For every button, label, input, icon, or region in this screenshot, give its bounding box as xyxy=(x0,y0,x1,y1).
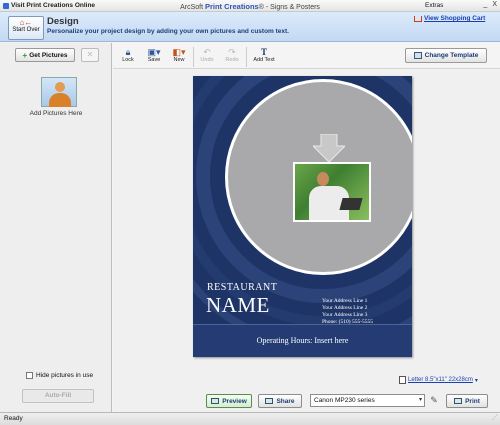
preview-label: Preview xyxy=(222,397,247,405)
poster-photo[interactable] xyxy=(293,162,371,222)
person-icon-body xyxy=(49,93,71,107)
add-icon: + xyxy=(22,50,28,60)
printer-select-value: Canon MP230 series xyxy=(314,397,375,404)
page-subtitle: Personalize your project design by addin… xyxy=(47,28,289,35)
add-pictures-label: Add Pictures Here xyxy=(29,110,83,117)
undo-button[interactable]: ↶ Undo xyxy=(194,47,220,63)
toolbar-separator xyxy=(246,47,247,67)
add-text-label: Add Text xyxy=(253,57,275,63)
change-template-label: Change Template xyxy=(424,52,479,59)
status-bar: Ready ⋰ xyxy=(0,412,500,425)
poster-address[interactable]: Your Address Line 1 Your Address Line 2 … xyxy=(322,298,373,326)
resize-grip-icon[interactable]: ⋰ xyxy=(492,412,498,424)
remove-icon: ✕ xyxy=(86,50,94,59)
redo-icon: ↷ xyxy=(228,47,236,57)
drop-arrow-icon xyxy=(313,134,345,162)
app-title-suffix: ® - Signs & Posters xyxy=(258,4,320,11)
person-icon-head xyxy=(55,82,65,92)
get-pictures-label: Get Pictures xyxy=(29,51,68,59)
preview-icon xyxy=(211,398,220,404)
start-over-button[interactable]: ⌂← Start Over xyxy=(8,16,44,40)
lock-button[interactable]: 🔒︎ Lock xyxy=(115,47,141,63)
title-bar: Visit Print Creations Online ArcSoft Pri… xyxy=(0,0,500,12)
cart-icon xyxy=(414,15,422,22)
save-label: Save xyxy=(147,57,161,63)
poster-canvas[interactable]: RESTAURANT NAME Your Address Line 1 Your… xyxy=(193,76,412,357)
auto-fill-button[interactable]: Auto-Fill xyxy=(22,389,94,403)
paper-size-label: Letter 8.5"x11" 22x28cm xyxy=(408,377,473,383)
save-icon: ▣▾ xyxy=(147,47,161,57)
print-label: Print xyxy=(465,397,480,405)
address-line: Your Address Line 1 xyxy=(322,298,368,304)
paper-size-selector[interactable]: Letter 8.5"x11" 22x28cm ▾ xyxy=(399,376,478,384)
share-label: Share xyxy=(276,397,295,405)
poster-hours[interactable]: Operating Hours: Insert here xyxy=(193,336,412,345)
new-label: New xyxy=(173,57,185,63)
undo-label: Undo xyxy=(200,57,214,63)
lock-label: Lock xyxy=(122,57,134,63)
text-icon: T xyxy=(260,47,267,57)
share-button[interactable]: Share xyxy=(258,394,302,408)
phone-line: Phone: (510) 555-5555 xyxy=(322,319,374,325)
share-icon xyxy=(265,398,274,404)
hide-pictures-option[interactable]: Hide pictures in use xyxy=(26,372,93,379)
start-over-label: Start Over xyxy=(12,27,40,33)
lock-icon: 🔒︎ xyxy=(125,47,131,57)
app-title-prefix: ArcSoft xyxy=(180,4,204,11)
preview-button[interactable]: Preview xyxy=(206,394,252,408)
app-title-brand: Print Creations xyxy=(204,2,259,11)
get-pictures-button[interactable]: + Get Pictures xyxy=(15,48,75,62)
poster-name[interactable]: NAME xyxy=(206,293,270,318)
printer-icon xyxy=(454,398,463,404)
new-button[interactable]: ◧▾ New xyxy=(166,47,192,63)
printer-properties-icon[interactable]: ✎ xyxy=(428,394,440,407)
hide-pictures-label: Hide pictures in use xyxy=(36,372,94,379)
address-line: Your Address Line 3 xyxy=(322,312,368,318)
undo-icon: ↶ xyxy=(203,47,211,57)
page-title: Design xyxy=(47,16,79,27)
photo-person-head xyxy=(317,172,329,186)
save-button[interactable]: ▣▾ Save xyxy=(141,47,167,63)
print-button[interactable]: Print xyxy=(446,394,488,408)
status-text: Ready xyxy=(4,415,23,422)
close-button[interactable]: X xyxy=(492,1,497,8)
chevron-down-icon: ▾ xyxy=(418,397,422,403)
add-pictures-placeholder[interactable] xyxy=(41,77,77,107)
new-icon: ◧▾ xyxy=(172,47,186,57)
redo-label: Redo xyxy=(225,57,239,63)
chevron-down-icon: ▾ xyxy=(474,377,478,384)
printer-select[interactable]: Canon MP230 series ▾ xyxy=(310,394,425,407)
redo-button[interactable]: ↷ Redo xyxy=(219,47,245,63)
remove-picture-button[interactable]: ✕ xyxy=(81,48,99,62)
hide-pictures-checkbox[interactable] xyxy=(26,372,33,379)
extras-menu[interactable]: Extras xyxy=(425,2,443,9)
view-cart-link[interactable]: View Shopping Cart xyxy=(414,15,485,22)
add-text-button[interactable]: T Add Text xyxy=(251,47,277,63)
photo-laptop xyxy=(339,198,363,210)
window-controls: _ X xyxy=(483,1,497,8)
address-line: Your Address Line 2 xyxy=(322,305,368,311)
minimize-button[interactable]: _ xyxy=(483,1,487,8)
view-cart-label: View Shopping Cart xyxy=(424,15,486,22)
home-back-icon: ⌂← xyxy=(19,18,33,27)
page-icon xyxy=(399,376,406,384)
poster-heading[interactable]: RESTAURANT xyxy=(207,282,277,293)
change-template-button[interactable]: Change Template xyxy=(405,48,487,63)
template-icon xyxy=(413,52,422,59)
